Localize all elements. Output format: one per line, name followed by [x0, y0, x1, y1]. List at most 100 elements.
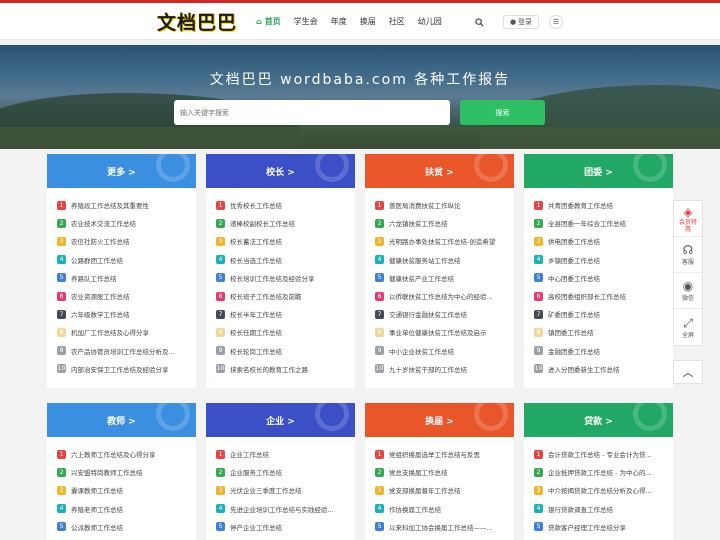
chevron-up-icon: ︿	[682, 366, 694, 379]
article-link[interactable]: 10 挟索名校长的教育工作之路	[216, 360, 355, 378]
article-title: 养殖老师工作总结	[71, 505, 123, 514]
article-link[interactable]: 4 公路群团工作总结	[57, 251, 196, 269]
rank-badge: 5	[216, 522, 225, 532]
article-link[interactable]: 6 高校团委组织部长工作总结	[534, 287, 673, 305]
category-card-header[interactable]: 扶贫 >	[365, 154, 514, 188]
article-link[interactable]: 3 农信社防火工作总结	[57, 232, 196, 250]
article-link[interactable]: 3 党支部换届督年工作总结	[375, 481, 514, 499]
article-link[interactable]: 9 中小企业扶贫工作总结	[375, 342, 514, 360]
article-link[interactable]: 2 企业抵押贷款工作总结 - 为中心的...	[534, 463, 673, 481]
article-link[interactable]: 10 九十岁扶贫干部的工作总结	[375, 360, 514, 378]
article-link[interactable]: 3 供电团委工作总结	[534, 232, 673, 250]
category-card-header[interactable]: 团委 >	[524, 154, 673, 188]
category-card-header[interactable]: 贷款 >	[524, 403, 673, 437]
article-link[interactable]: 7 矿委团委工作总结	[534, 305, 673, 323]
site-logo[interactable]: 文档巴巴	[157, 8, 237, 35]
service-label: 客服	[681, 259, 694, 266]
category-card-header[interactable]: 教师 >	[47, 403, 196, 437]
article-link[interactable]: 5 中心团委工作总结	[534, 269, 673, 287]
article-link[interactable]: 8 机加厂工作总结及心得分享	[57, 323, 196, 341]
article-title: 全县团委一年综合工作总结	[548, 220, 626, 229]
article-link[interactable]: 5 养路队工作总结	[57, 269, 196, 287]
article-link[interactable]: 4 乡镇团委工作总结	[534, 251, 673, 269]
article-link[interactable]: 1 养殖段工作总结及其重要性	[57, 196, 196, 214]
article-link[interactable]: 2 企业服务工作总结	[216, 463, 355, 481]
rank-badge: 3	[57, 236, 66, 246]
category-card-header[interactable]: 更多 >	[47, 154, 196, 188]
category-card-header[interactable]: 企业 >	[206, 403, 355, 437]
article-link[interactable]: 10 进入分团委新生工作总结	[534, 360, 673, 378]
article-link[interactable]: 1 党组织换届选举工作总结与反思	[375, 445, 514, 463]
rank-badge: 7	[375, 309, 384, 319]
article-link[interactable]: 5 停产企业工作总结	[216, 518, 355, 536]
nav-item-election[interactable]: 换届	[360, 16, 376, 27]
article-link[interactable]: 2 农业技术交流工作总结	[57, 214, 196, 232]
login-button[interactable]: ● 登录	[503, 15, 539, 29]
wechat-button[interactable]: ◉ 微信	[674, 273, 702, 309]
article-link[interactable]: 2 兴安盟特岗教师工作总结	[57, 463, 196, 481]
article-link[interactable]: 5 公派教师工作总结	[57, 518, 196, 536]
article-link[interactable]: 2 递棒校副校长工作总结	[216, 214, 355, 232]
search-button[interactable]: 搜索	[460, 100, 545, 125]
article-link[interactable]: 4 养殖老师工作总结	[57, 500, 196, 518]
article-link[interactable]: 4 作协换届工作总结	[375, 500, 514, 518]
rank-badge: 5	[216, 273, 225, 283]
article-link[interactable]: 9 金融团委工作总结	[534, 342, 673, 360]
rank-badge: 1	[216, 449, 225, 459]
article-link[interactable]: 9 校长轮岗工作总结	[216, 342, 355, 360]
article-link[interactable]: 4 健康扶贫服务站工作总结	[375, 251, 514, 269]
nav-item-home[interactable]: ⌂ 首页	[256, 16, 281, 27]
article-link[interactable]: 8 事业单位健康扶贫工作总结及启示	[375, 323, 514, 341]
fullscreen-icon: ⤢	[683, 315, 693, 330]
customer-service-button[interactable]: ☊ 客服	[674, 237, 702, 273]
article-link[interactable]: 6 校长班子工作总结及前瞻	[216, 287, 355, 305]
category-card: 教师 > 1 六上教师工作总结及心得分享 2 兴安盟特岗教师工作总结 3 囊课教师工作总结 4…	[47, 403, 196, 540]
article-link[interactable]: 8 镇团委工作总结	[534, 323, 673, 341]
article-link[interactable]: 2 全县团委一年综合工作总结	[534, 214, 673, 232]
nav-item-student-union[interactable]: 学生会	[294, 16, 318, 27]
rank-badge: 3	[534, 236, 543, 246]
category-card-header[interactable]: 校长 >	[206, 154, 355, 188]
article-link[interactable]: 3 中介按揭贷款工作总结分析及心得...	[534, 481, 673, 499]
article-link[interactable]: 7 校长半年工作总结	[216, 305, 355, 323]
article-link[interactable]: 7 六年级数学工作总结	[57, 305, 196, 323]
back-to-top-button[interactable]: ︿	[673, 360, 703, 384]
article-link[interactable]: 3 光明路办事处扶贫工作总结-创造希望	[375, 232, 514, 250]
article-link[interactable]: 5 校长培训工作总结及经验分享	[216, 269, 355, 287]
vip-offer-button[interactable]: ◈ 会员特惠	[674, 201, 702, 237]
article-link[interactable]: 6 农业资源股工作总结	[57, 287, 196, 305]
nav-item-kindergarten[interactable]: 幼儿园	[418, 16, 442, 27]
article-title: 养殖段工作总结及其重要性	[71, 202, 149, 211]
article-link[interactable]: 3 校长蓄法工作总结	[216, 232, 355, 250]
article-link[interactable]: 4 先进企业培训工作总结与实践经验...	[216, 500, 355, 518]
article-link[interactable]: 9 农产品协管员培训工作总结分析及...	[57, 342, 196, 360]
header-decoration	[156, 154, 190, 182]
search-icon[interactable]	[471, 14, 487, 30]
search-input[interactable]	[174, 100, 450, 125]
article-link[interactable]: 8 校长任期工作总结	[216, 323, 355, 341]
article-link[interactable]: 4 银行贷款调查工作总结	[534, 500, 673, 518]
article-link[interactable]: 1 兽医局消费扶贫工作纵论	[375, 196, 514, 214]
nav-item-community[interactable]: 社区	[389, 16, 405, 27]
fullscreen-button[interactable]: ⤢ 全屏	[674, 309, 702, 345]
article-link[interactable]: 3 光伏企业三季度工作总结	[216, 481, 355, 499]
article-link[interactable]: 4 校长当选工作总结	[216, 251, 355, 269]
article-link[interactable]: 1 会计贷款工作总结 - 专业会计为贷...	[534, 445, 673, 463]
article-link[interactable]: 5 贷款客户经理工作总结分享	[534, 518, 673, 536]
hero-ground	[0, 127, 720, 149]
article-link[interactable]: 6 以侨联扶贫工作总结为中心的经验...	[375, 287, 514, 305]
article-link[interactable]: 1 六上教师工作总结及心得分享	[57, 445, 196, 463]
article-link[interactable]: 3 囊课教师工作总结	[57, 481, 196, 499]
article-link[interactable]: 5 以来科加工协会换届工作总结——...	[375, 518, 514, 536]
category-card-header[interactable]: 换届 >	[365, 403, 514, 437]
article-link[interactable]: 1 优秀校长工作总结	[216, 196, 355, 214]
article-link[interactable]: 1 企业工作总结	[216, 445, 355, 463]
article-link[interactable]: 2 六龙镇扶贫工作总结	[375, 214, 514, 232]
article-link[interactable]: 5 健康扶贫产业工作总结	[375, 269, 514, 287]
article-link[interactable]: 10 内部治安保卫工作总结及经验分享	[57, 360, 196, 378]
article-link[interactable]: 7 交通银行金融扶贫工作总结	[375, 305, 514, 323]
article-link[interactable]: 2 党总支换届工作总结	[375, 463, 514, 481]
nav-item-annual[interactable]: 年度	[331, 16, 347, 27]
menu-icon[interactable]: ☰	[549, 15, 563, 29]
article-link[interactable]: 1 共青团委教育工作总结	[534, 196, 673, 214]
